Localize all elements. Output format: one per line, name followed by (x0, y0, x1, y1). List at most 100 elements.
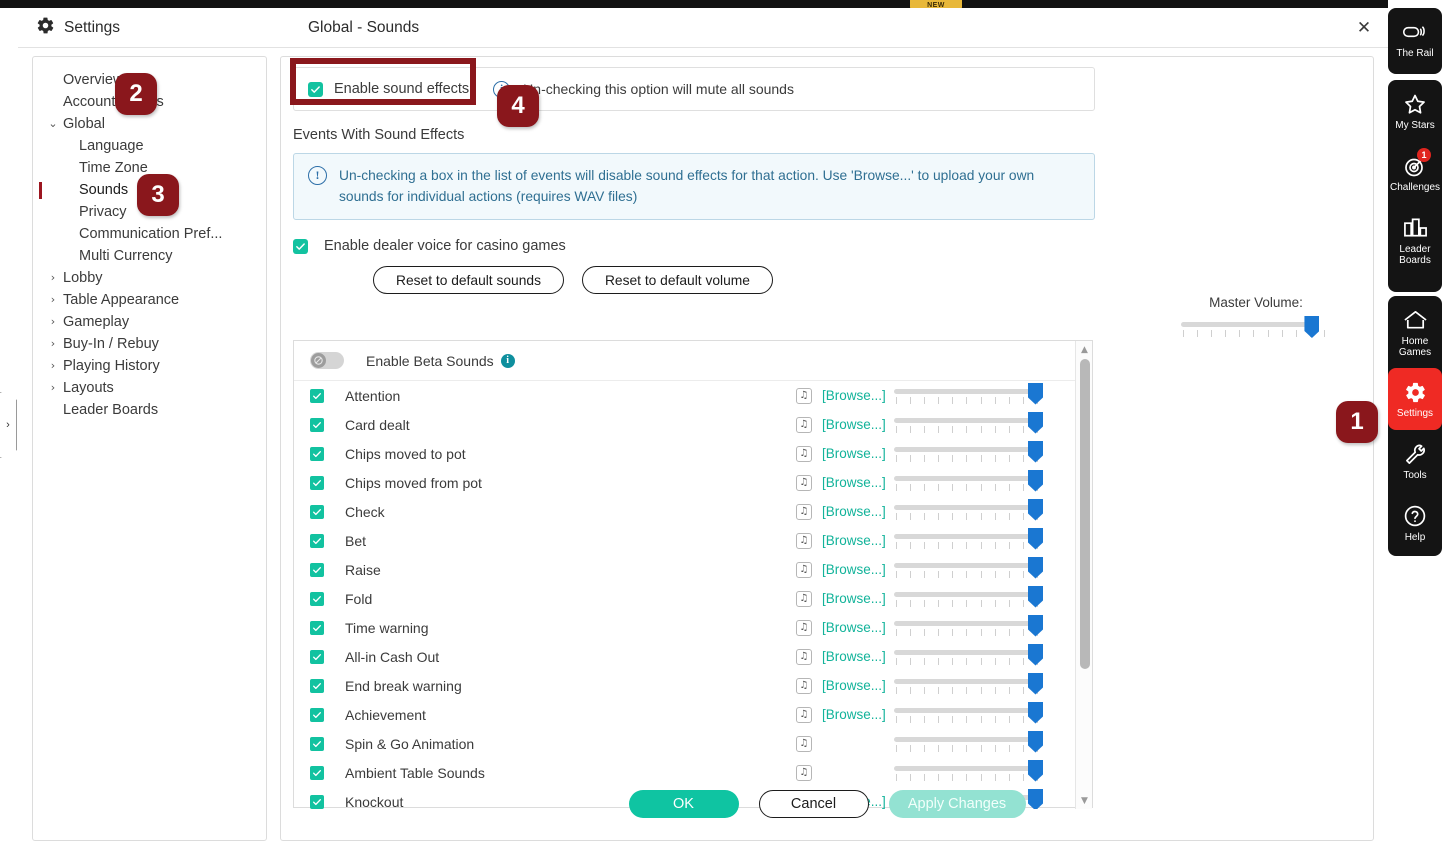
event-checkbox[interactable] (310, 534, 324, 548)
event-checkbox[interactable] (310, 505, 324, 519)
browse-link[interactable]: [Browse...] (822, 417, 886, 432)
sidebar-item-gameplay[interactable]: ›Gameplay (33, 311, 266, 333)
browse-link[interactable]: [Browse...] (822, 562, 886, 577)
sidebar-item-table-appearance[interactable]: ›Table Appearance (33, 289, 266, 311)
event-volume-slider[interactable] (894, 646, 1042, 668)
browse-link[interactable]: [Browse...] (822, 591, 886, 606)
chevron-right-icon[interactable]: › (47, 333, 59, 355)
chevron-right-icon[interactable]: › (47, 355, 59, 377)
event-volume-slider[interactable] (894, 414, 1042, 436)
event-volume-slider[interactable] (894, 443, 1042, 465)
music-note-icon[interactable]: ♫ (796, 591, 812, 607)
music-note-icon[interactable]: ♫ (796, 736, 812, 752)
music-note-icon[interactable]: ♫ (796, 562, 812, 578)
music-note-icon[interactable]: ♫ (796, 620, 812, 636)
browse-link[interactable]: [Browse...] (822, 678, 886, 693)
chevron-right-icon[interactable]: › (47, 311, 59, 333)
event-volume-slider[interactable] (894, 675, 1042, 697)
event-volume-slider[interactable] (894, 704, 1042, 726)
chevron-right-icon[interactable]: › (47, 267, 59, 289)
browse-link[interactable]: [Browse...] (822, 388, 886, 403)
event-volume-slider[interactable] (894, 762, 1042, 784)
music-note-icon[interactable]: ♫ (796, 388, 812, 404)
sidebar-item-buy-in-rebuy[interactable]: ›Buy-In / Rebuy (33, 333, 266, 355)
reset-default-volume-button[interactable]: Reset to default volume (582, 266, 773, 294)
event-checkbox[interactable] (310, 650, 324, 664)
event-row: Achievement♫[Browse...] (294, 700, 1076, 729)
browse-link[interactable]: [Browse...] (822, 533, 886, 548)
sidebar-item-language[interactable]: Language (33, 135, 266, 157)
rail-item-challenges[interactable]: 1Challenges (1388, 142, 1442, 204)
event-checkbox[interactable] (310, 621, 324, 635)
chevron-down-icon[interactable]: ⌄ (47, 113, 59, 135)
beta-sounds-info-icon[interactable]: i (501, 354, 515, 368)
browse-link[interactable]: [Browse...] (822, 707, 886, 722)
music-note-icon[interactable]: ♫ (796, 765, 812, 781)
rail-item-the-rail[interactable]: The Rail (1388, 8, 1442, 70)
rail-item-help[interactable]: Help (1388, 492, 1442, 554)
reset-default-sounds-button[interactable]: Reset to default sounds (373, 266, 564, 294)
music-note-icon[interactable]: ♫ (796, 707, 812, 723)
beta-sounds-toggle[interactable] (310, 352, 344, 369)
event-checkbox[interactable] (310, 476, 324, 490)
music-note-icon[interactable]: ♫ (796, 417, 812, 433)
sidebar-item-layouts[interactable]: ›Layouts (33, 377, 266, 399)
event-checkbox[interactable] (310, 418, 324, 432)
music-note-icon[interactable]: ♫ (796, 504, 812, 520)
expand-left-panel-tab[interactable]: › (0, 392, 17, 458)
browse-link[interactable]: [Browse...] (822, 504, 886, 519)
event-checkbox[interactable] (310, 389, 324, 403)
music-note-icon[interactable]: ♫ (796, 475, 812, 491)
sidebar-item-playing-history[interactable]: ›Playing History (33, 355, 266, 377)
rail-group-2: My Stars1ChallengesLeader Boards (1388, 80, 1442, 292)
music-note-icon[interactable]: ♫ (796, 446, 812, 462)
rail-item-my-stars[interactable]: My Stars (1388, 80, 1442, 142)
event-volume-slider[interactable] (894, 733, 1042, 755)
event-checkbox[interactable] (310, 592, 324, 606)
browse-link[interactable]: [Browse...] (822, 475, 886, 490)
sidebar-item-leader-boards[interactable]: Leader Boards (33, 399, 266, 421)
event-volume-slider[interactable] (894, 385, 1042, 407)
dealer-voice-checkbox[interactable] (293, 239, 308, 254)
rail-item-settings[interactable]: Settings (1388, 368, 1442, 430)
sidebar-item-global[interactable]: ⌄Global (33, 113, 266, 135)
music-note-icon[interactable]: ♫ (796, 533, 812, 549)
event-checkbox[interactable] (310, 737, 324, 751)
event-volume-slider[interactable] (894, 530, 1042, 552)
scroll-up-icon[interactable]: ▲ (1077, 342, 1092, 357)
event-row: Card dealt♫[Browse...] (294, 410, 1076, 439)
event-volume-slider[interactable] (894, 472, 1042, 494)
chevron-right-icon: › (6, 419, 10, 431)
sidebar-item-communication-pref[interactable]: Communication Pref... (33, 223, 266, 245)
event-checkbox[interactable] (310, 679, 324, 693)
master-volume-slider[interactable] (1181, 316, 1329, 342)
browse-link[interactable]: [Browse...] (822, 649, 886, 664)
rail-item-tools[interactable]: Tools (1388, 430, 1442, 492)
browse-link[interactable]: [Browse...] (822, 620, 886, 635)
music-note-icon[interactable]: ♫ (796, 649, 812, 665)
close-icon[interactable]: ✕ (1352, 16, 1376, 40)
rail-item-leader-boards[interactable]: Leader Boards (1388, 204, 1442, 276)
event-volume-slider[interactable] (894, 559, 1042, 581)
events-list-scrollbar[interactable]: ▲ ▼ (1075, 341, 1092, 809)
slider-ticks (896, 716, 1038, 724)
event-volume-slider[interactable] (894, 501, 1042, 523)
apply-changes-button[interactable]: Apply Changes (889, 790, 1026, 818)
scrollbar-thumb[interactable] (1080, 359, 1090, 669)
event-checkbox[interactable] (310, 766, 324, 780)
sidebar-item-lobby[interactable]: ›Lobby (33, 267, 266, 289)
chevron-right-icon[interactable]: › (47, 289, 59, 311)
event-volume-slider[interactable] (894, 588, 1042, 610)
rail-item-home-games[interactable]: Home Games (1388, 296, 1442, 368)
enable-sound-effects-checkbox[interactable] (308, 82, 323, 97)
event-checkbox[interactable] (310, 563, 324, 577)
cancel-button[interactable]: Cancel (759, 790, 869, 818)
sidebar-item-multi-currency[interactable]: Multi Currency (33, 245, 266, 267)
event-checkbox[interactable] (310, 708, 324, 722)
event-checkbox[interactable] (310, 447, 324, 461)
ok-button[interactable]: OK (629, 790, 739, 818)
browse-link[interactable]: [Browse...] (822, 446, 886, 461)
chevron-right-icon[interactable]: › (47, 377, 59, 399)
event-volume-slider[interactable] (894, 617, 1042, 639)
music-note-icon[interactable]: ♫ (796, 678, 812, 694)
